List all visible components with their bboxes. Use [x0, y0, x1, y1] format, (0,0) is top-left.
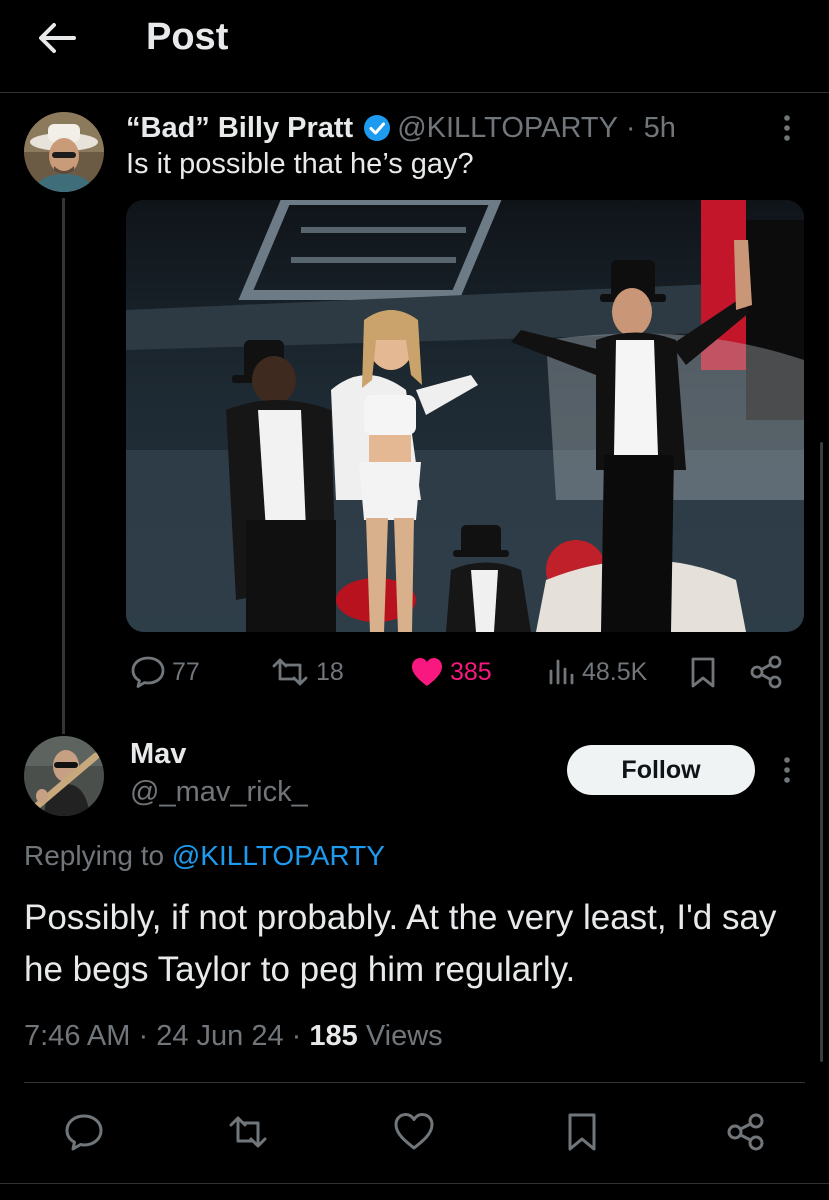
reply-icon	[65, 1114, 103, 1151]
reply-action[interactable]: 77	[130, 652, 200, 692]
scrollbar[interactable]	[820, 442, 823, 1062]
page-title: Post	[146, 16, 229, 58]
share-icon	[750, 655, 782, 689]
thread-line	[62, 198, 65, 734]
separator-dot: ·	[138, 1020, 157, 1052]
reply-button[interactable]	[62, 1110, 106, 1154]
repost-count: 18	[316, 657, 344, 686]
repost-action[interactable]: 18	[270, 652, 344, 692]
bookmark-button[interactable]	[560, 1110, 604, 1154]
post-text: Possibly, if not probably. At the very l…	[24, 898, 777, 989]
replying-to: Replying to @KILLTOPARTY	[24, 840, 385, 872]
views-label: Views	[365, 1020, 443, 1052]
replying-to-prefix: Replying to	[24, 840, 165, 871]
more-options-button[interactable]	[772, 110, 802, 146]
more-options-button[interactable]	[772, 750, 802, 790]
divider	[0, 1183, 829, 1184]
heart-icon	[394, 1113, 434, 1150]
bookmark-button[interactable]	[688, 652, 718, 692]
author-handle[interactable]: @KILLTOPARTY	[397, 112, 618, 145]
reply-count: 77	[172, 657, 200, 686]
replying-to-handle[interactable]: @KILLTOPARTY	[172, 840, 385, 871]
post-time[interactable]: 5h	[644, 112, 676, 145]
views-count: 48.5K	[582, 657, 648, 686]
views-action[interactable]: 48.5K	[546, 652, 647, 692]
heart-filled-icon	[412, 658, 442, 686]
divider	[24, 1082, 805, 1083]
share-icon	[727, 1113, 764, 1151]
author-name[interactable]: Mav	[130, 738, 186, 771]
post-time[interactable]: 7:46 AM	[24, 1020, 130, 1052]
post-date[interactable]: 24 Jun 24	[156, 1020, 283, 1052]
more-vertical-icon	[784, 757, 790, 783]
avatar[interactable]	[24, 736, 104, 816]
bookmark-icon	[691, 657, 715, 688]
verified-badge-icon	[363, 114, 391, 142]
avatar[interactable]	[24, 112, 104, 192]
like-count: 385	[450, 657, 492, 686]
post-text: Is it possible that he’s gay?	[126, 148, 474, 180]
post-image[interactable]	[126, 200, 804, 632]
author-row: “Bad” Billy Pratt @KILLTOPARTY · 5h	[126, 108, 676, 148]
repost-icon	[272, 658, 308, 686]
more-vertical-icon	[784, 115, 790, 141]
follow-button[interactable]: Follow	[567, 745, 755, 795]
analytics-icon	[549, 659, 574, 685]
repost-button[interactable]	[226, 1110, 270, 1154]
header-divider	[0, 92, 829, 93]
bookmark-icon	[568, 1113, 596, 1151]
author-name[interactable]: “Bad” Billy Pratt	[126, 112, 353, 145]
back-button[interactable]	[34, 18, 78, 58]
reply-icon	[131, 656, 165, 688]
share-button[interactable]	[724, 1110, 768, 1154]
separator-dot: ·	[291, 1020, 310, 1052]
separator-dot: ·	[625, 111, 636, 144]
like-button[interactable]	[392, 1110, 436, 1154]
author-handle[interactable]: @_mav_rick_	[130, 776, 308, 809]
repost-icon	[229, 1116, 267, 1148]
share-button[interactable]	[748, 652, 784, 692]
post-meta: 7:46 AM · 24 Jun 24 · 185 Views	[24, 1020, 443, 1053]
like-action[interactable]: 385	[410, 652, 492, 692]
view-count: 185	[309, 1020, 358, 1052]
arrow-left-icon	[39, 23, 76, 53]
